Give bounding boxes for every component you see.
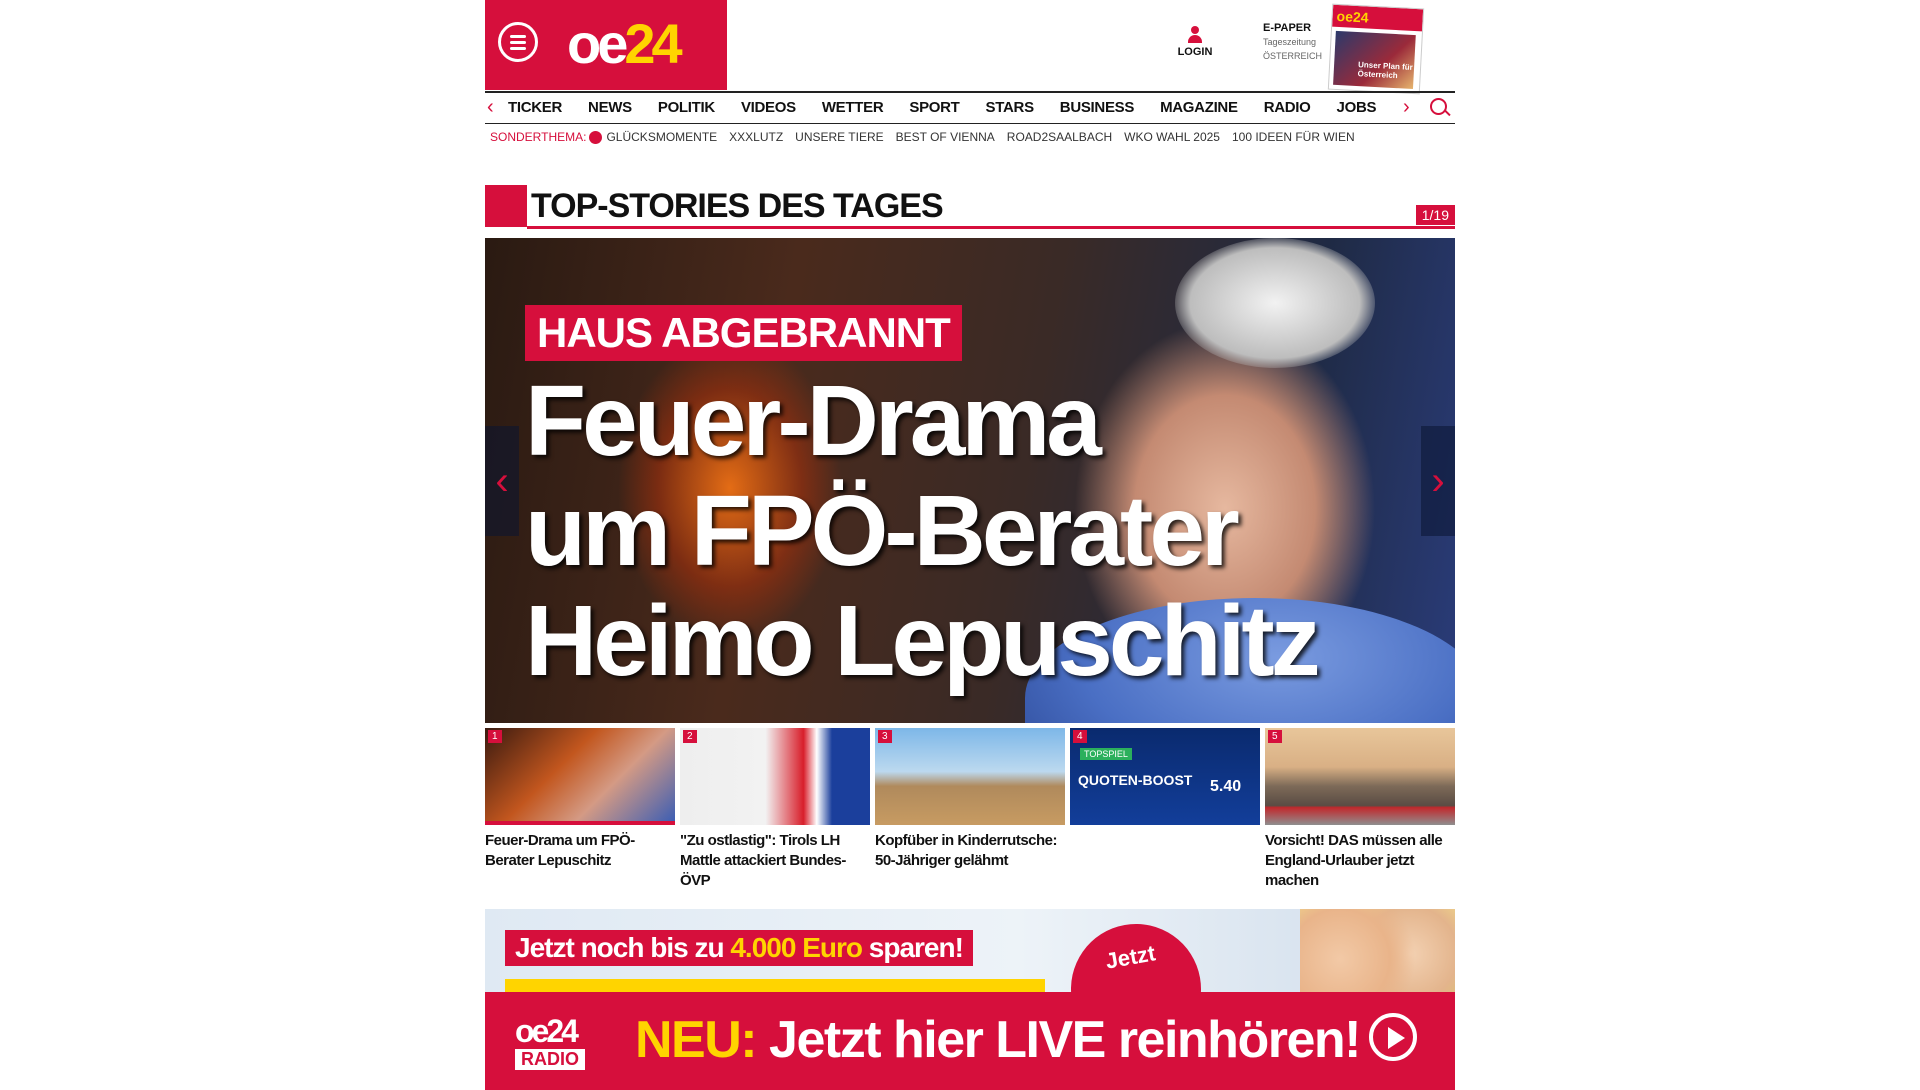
- hero-slide[interactable]: HAUS ABGEBRANNT Feuer-Drama um FPÖ-Berat…: [485, 238, 1455, 723]
- subnav-item[interactable]: UNSERE TIERE: [795, 130, 883, 144]
- subnav-item[interactable]: GLÜCKSMOMENTE: [606, 130, 717, 144]
- ad-badge: TOPSPIEL: [1080, 748, 1132, 760]
- slide-counter: 1/19: [1415, 205, 1455, 225]
- epaper-title: E-PAPER: [1263, 22, 1312, 34]
- slider-next-button[interactable]: ›: [1421, 426, 1455, 536]
- nav-left-arrow[interactable]: ‹: [487, 96, 494, 118]
- ad-title: QUOTEN-BOOST: [1078, 772, 1193, 788]
- ad-image: [1300, 909, 1455, 994]
- section-title: TOP-STORIES DES TAGES: [531, 187, 944, 225]
- radio-message: NEU: Jetzt hier LIVE reinhören!: [635, 1011, 1361, 1069]
- section-divider: [527, 226, 1455, 229]
- story-thumb[interactable]: 5 Vorsicht! DAS müssen alle England-Urla…: [1265, 728, 1455, 891]
- nav-item-stars[interactable]: STARS: [986, 99, 1035, 116]
- story-thumb-number: 4: [1073, 730, 1087, 743]
- subnav-item[interactable]: XXXLUTZ: [729, 130, 783, 144]
- hero-headline-line: Heimo Lepuschitz: [525, 585, 1321, 697]
- hero-image-person-hair: [1175, 238, 1375, 368]
- nav-item-sport[interactable]: SPORT: [909, 99, 959, 116]
- epaper-thumbnail[interactable]: oe24 Unser Plan für Österreich: [1327, 3, 1425, 95]
- story-thumbnails: 1 Feuer-Drama um FPÖ-Berater Lepuschitz …: [485, 728, 1455, 891]
- subnav-lead: SONDERTHEMA:: [490, 130, 587, 144]
- hero-headline-line: Feuer-Drama: [525, 365, 1102, 477]
- nav-item-magazine[interactable]: MAGAZINE: [1160, 99, 1238, 116]
- story-thumb-caption: Kopfüber in Kinderrutsche: 50-Jähriger g…: [875, 832, 1058, 869]
- story-thumb-image: 2: [680, 728, 870, 825]
- site-logo[interactable]: oe24: [567, 8, 683, 80]
- story-thumb-image: 4 TOPSPIEL QUOTEN-BOOST 5.40: [1070, 728, 1260, 825]
- story-thumb[interactable]: 2 "Zu ostlastig": Tirols LH Mattle attac…: [680, 728, 870, 891]
- nav-item-politik[interactable]: POLITIK: [658, 99, 715, 116]
- subnav-item[interactable]: ROAD2SAALBACH: [1007, 130, 1112, 144]
- subnav-item[interactable]: BEST OF VIENNA: [896, 130, 995, 144]
- hero-tag: HAUS ABGEBRANNT: [525, 305, 962, 361]
- ad-headline: Jetzt noch bis zu 4.000 Euro sparen!: [505, 930, 973, 966]
- radio-logo-label: RADIO: [515, 1049, 585, 1070]
- hero-headline-line: um FPÖ-Berater: [525, 475, 1240, 587]
- story-thumb-number: 5: [1268, 730, 1282, 743]
- story-thumb-number: 3: [878, 730, 892, 743]
- subnav-item[interactable]: 100 IDEEN FÜR WIEN: [1232, 130, 1355, 144]
- nav-item-wetter[interactable]: WETTER: [822, 99, 884, 116]
- epaper-subtitle: Tageszeitung: [1263, 37, 1317, 47]
- heart-icon: [589, 131, 603, 144]
- story-thumb[interactable]: 3 Kopfüber in Kinderrutsche: 50-Jähriger…: [875, 728, 1065, 891]
- logo-block[interactable]: oe24: [485, 0, 727, 90]
- story-thumb-caption: "Zu ostlastig": Tirols LH Mattle attacki…: [680, 832, 846, 889]
- ad-value: 5.40: [1210, 778, 1242, 795]
- nav-item-business[interactable]: BUSINESS: [1060, 99, 1135, 116]
- nav-item-ticker[interactable]: TICKER: [508, 99, 562, 116]
- story-thumb-image: 1: [485, 728, 675, 825]
- section-marker: [485, 185, 527, 227]
- story-thumb-image: 5: [1265, 728, 1455, 825]
- subnav-item[interactable]: WKO WAHL 2025: [1124, 130, 1220, 144]
- user-icon: [1188, 26, 1202, 44]
- nav-item-radio[interactable]: RADIO: [1264, 99, 1311, 116]
- nav-item-videos[interactable]: VIDEOS: [741, 99, 796, 116]
- story-thumb-number: 1: [488, 730, 502, 743]
- radio-logo: oe24 RADIO: [515, 1015, 585, 1070]
- radio-logo-brand: oe24: [515, 1013, 579, 1049]
- section-header: TOP-STORIES DES TAGES 1/19: [485, 183, 1455, 229]
- login-label: LOGIN: [1177, 46, 1213, 58]
- epaper-thumb-brand: oe24: [1332, 4, 1424, 32]
- solar-ad-banner[interactable]: Jetzt noch bis zu 4.000 Euro sparen! Jet…: [485, 909, 1455, 994]
- epaper-country: ÖSTERREICH: [1263, 51, 1323, 61]
- login-button[interactable]: LOGIN: [1170, 26, 1220, 58]
- nav-item-jobs[interactable]: JOBS: [1337, 99, 1377, 116]
- play-icon[interactable]: [1369, 1013, 1417, 1061]
- story-thumb-caption: Vorsicht! DAS müssen alle England-Urlaub…: [1265, 832, 1443, 889]
- radio-live-bar[interactable]: oe24 RADIO NEU: Jetzt hier LIVE reinhöre…: [485, 992, 1455, 1090]
- epaper-link[interactable]: E-PAPER Tageszeitung ÖSTERREICH: [1263, 21, 1333, 63]
- subnav: SONDERTHEMA: GLÜCKSMOMENTE XXXLUTZ UNSER…: [490, 130, 1367, 144]
- story-thumb-ad[interactable]: 4 TOPSPIEL QUOTEN-BOOST 5.40: [1070, 728, 1260, 891]
- story-thumb-image: 3: [875, 728, 1065, 825]
- hero-headline: Feuer-Drama um FPÖ-Berater Heimo Lepusch…: [525, 365, 1321, 697]
- search-icon[interactable]: [1430, 98, 1447, 115]
- ad-circle-badge: Jetzt: [1060, 913, 1212, 994]
- nav-item-news[interactable]: NEWS: [588, 99, 632, 116]
- nav-right-arrow[interactable]: ›: [1403, 96, 1410, 118]
- story-thumb[interactable]: 1 Feuer-Drama um FPÖ-Berater Lepuschitz: [485, 728, 675, 891]
- menu-icon[interactable]: [498, 22, 538, 62]
- story-thumb-caption: Feuer-Drama um FPÖ-Berater Lepuschitz: [485, 832, 635, 869]
- main-nav: ‹ TICKER NEWS POLITIK VIDEOS WETTER SPOR…: [485, 91, 1455, 124]
- slider-prev-button[interactable]: ‹: [485, 426, 519, 536]
- epaper-thumb-caption: Unser Plan für Österreich: [1357, 60, 1414, 81]
- story-thumb-number: 2: [683, 730, 697, 743]
